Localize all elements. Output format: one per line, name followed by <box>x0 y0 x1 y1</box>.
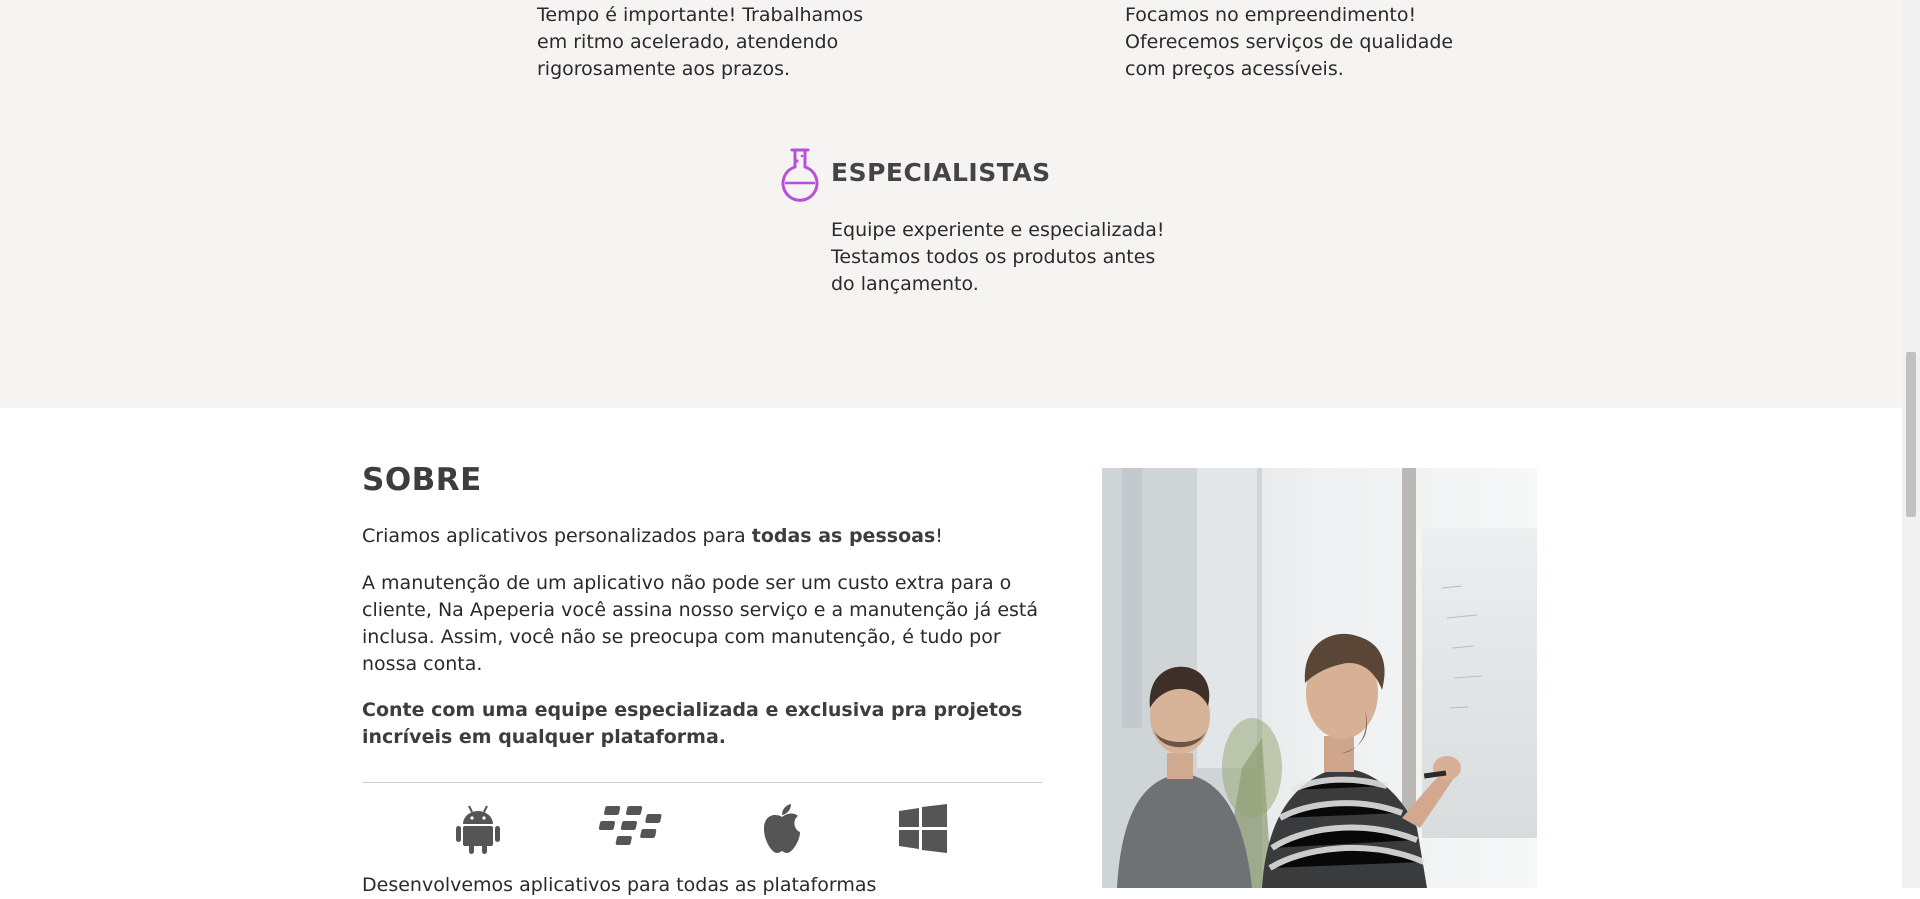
platforms-text: Desenvolvemos aplicativos para todas as … <box>362 874 877 896</box>
scrollbar-thumb[interactable] <box>1906 352 1916 517</box>
apple-icon <box>756 800 808 858</box>
features-section: Tempo é importante! Trabalhamos em ritmo… <box>0 0 1902 408</box>
about-title: SOBRE <box>362 462 482 498</box>
blackberry-icon <box>590 800 670 858</box>
feature-deadline-text: Tempo é importante! Trabalhamos em ritmo… <box>537 4 864 80</box>
about-maintenance-text: A manutenção de um aplicativo não pode s… <box>362 572 1038 675</box>
windows-icon <box>893 800 953 858</box>
page-scrollbar[interactable] <box>1902 0 1920 888</box>
team-whiteboard-photo <box>1102 468 1537 888</box>
about-team-text: Conte com uma equipe especializada e exc… <box>362 699 1023 748</box>
specialists-title: ESPECIALISTAS <box>831 158 1051 187</box>
feature-price-text: Focamos no empreendimento! Oferecemos se… <box>1125 4 1454 80</box>
intro-highlight: todas as pessoas <box>751 525 936 547</box>
flask-icon <box>781 148 819 202</box>
about-divider <box>362 782 1042 783</box>
specialists-text: Equipe experiente e especializada! Testa… <box>831 219 1165 295</box>
about-intro: Criamos aplicativos personalizados para … <box>362 525 943 547</box>
android-icon <box>450 800 506 858</box>
